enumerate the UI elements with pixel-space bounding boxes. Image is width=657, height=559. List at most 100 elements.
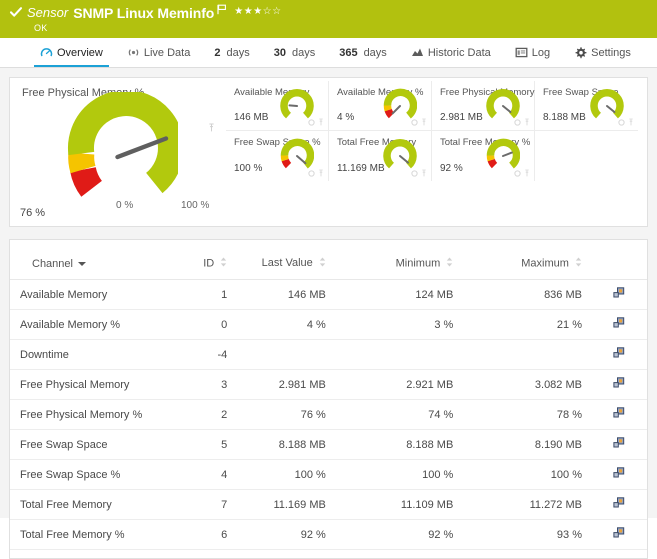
channel-settings-icon[interactable] bbox=[613, 377, 625, 392]
mini-gauges-grid: Available Memory 146 MB Available Memory… bbox=[226, 81, 645, 181]
mini-gauge-icons[interactable] bbox=[618, 118, 634, 126]
mini-gauge-available-memory-percent[interactable]: Available Memory % 4 % bbox=[329, 81, 432, 131]
mini-gauge-dial bbox=[486, 138, 521, 173]
cell-maximum: 11.272 MB bbox=[463, 489, 592, 520]
main-gauge-value: 76 % bbox=[20, 207, 46, 219]
chart-icon bbox=[411, 46, 424, 59]
cell-last-value bbox=[237, 339, 336, 370]
col-header-channel-label: Channel bbox=[32, 258, 73, 270]
cell-channel: Free Swap Space bbox=[10, 429, 177, 460]
channel-settings-icon[interactable] bbox=[613, 467, 625, 482]
mini-gauge-icons[interactable] bbox=[308, 118, 324, 126]
cell-actions[interactable] bbox=[591, 369, 647, 400]
cell-last-value: 4 % bbox=[237, 309, 336, 340]
tab-historic-data[interactable]: Historic Data bbox=[399, 38, 503, 67]
mini-gauge-icons[interactable] bbox=[308, 169, 324, 177]
table-row[interactable]: Free Physical Memory % 2 76 % 74 % 78 % bbox=[10, 399, 647, 430]
main-gauge-max-label: 100 % bbox=[181, 200, 210, 211]
main-gauge[interactable]: Free Physical Memory % 0 % 100 % 76 % bbox=[10, 78, 225, 226]
cell-last-value: 92 % bbox=[237, 519, 336, 550]
channel-settings-icon[interactable] bbox=[613, 347, 625, 362]
mini-gauge-icons[interactable] bbox=[411, 169, 427, 177]
cell-maximum: 93 % bbox=[463, 519, 592, 550]
cell-id: 1 bbox=[176, 279, 238, 310]
channel-settings-icon[interactable] bbox=[613, 317, 625, 332]
mini-gauge-icons[interactable] bbox=[514, 169, 530, 177]
page-title[interactable]: SNMP Linux Meminfo bbox=[73, 5, 214, 21]
tab-log[interactable]: Log bbox=[503, 38, 562, 67]
channel-settings-icon[interactable] bbox=[613, 437, 625, 452]
table-row[interactable]: Free Swap Space 5 8.188 MB 8.188 MB 8.19… bbox=[10, 429, 647, 460]
tab-2-days-label: days bbox=[226, 46, 250, 59]
cell-actions[interactable] bbox=[591, 459, 647, 490]
cell-id: 5 bbox=[176, 429, 238, 460]
mini-gauge-available-memory[interactable]: Available Memory 146 MB bbox=[226, 81, 329, 131]
table-row[interactable]: Free Physical Memory 3 2.981 MB 2.921 MB… bbox=[10, 369, 647, 400]
tab-30-days[interactable]: 30 days bbox=[262, 38, 328, 67]
col-header-channel[interactable]: Channel bbox=[10, 250, 177, 280]
tab-log-label: Log bbox=[531, 46, 551, 59]
sort-icon bbox=[319, 257, 326, 270]
rating-stars[interactable]: ★★★☆☆ bbox=[234, 6, 281, 17]
col-header-id[interactable]: ID bbox=[176, 250, 238, 280]
cell-minimum: 74 % bbox=[335, 399, 464, 430]
gauge-settings-icon bbox=[618, 118, 625, 126]
mini-gauge-total-free-memory-percent[interactable]: Total Free Memory % 92 % bbox=[432, 131, 535, 181]
pin-icon bbox=[422, 118, 426, 126]
mini-gauge-icons[interactable] bbox=[411, 118, 427, 126]
cell-actions[interactable] bbox=[591, 429, 647, 460]
mini-gauge-value: 11.169 MB bbox=[337, 163, 385, 174]
cell-actions[interactable] bbox=[591, 489, 647, 520]
mini-gauge-free-physical-memory[interactable]: Free Physical Memory 2.981 MB bbox=[432, 81, 535, 131]
mini-gauge-free-swap-space-percent[interactable]: Free Swap Space % 100 % bbox=[226, 131, 329, 181]
channel-table-panel: Channel ID Last Value Minimum Maximum Av… bbox=[9, 239, 648, 559]
tab-settings-label: Settings bbox=[591, 46, 631, 59]
cell-actions[interactable] bbox=[591, 399, 647, 430]
table-row[interactable]: Total Free Memory % 6 92 % 92 % 93 % bbox=[10, 519, 647, 550]
gauge-icon bbox=[40, 46, 53, 59]
tab-live-data[interactable]: Live Data bbox=[115, 38, 202, 67]
main-gauge-pin-icon[interactable] bbox=[208, 123, 215, 132]
sensor-header: Sensor SNMP Linux Meminfo ★★★☆☆ OK bbox=[0, 0, 657, 38]
status-check-icon bbox=[9, 5, 23, 19]
table-row[interactable]: Free Swap Space % 4 100 % 100 % 100 % bbox=[10, 459, 647, 490]
mini-gauge-value: 146 MB bbox=[234, 112, 269, 123]
tab-settings[interactable]: Settings bbox=[562, 38, 643, 67]
mini-gauge-value: 100 % bbox=[234, 163, 263, 174]
col-header-minimum[interactable]: Minimum bbox=[335, 250, 464, 280]
pin-icon bbox=[422, 169, 426, 177]
table-row[interactable]: Available Memory % 0 4 % 3 % 21 % bbox=[10, 309, 647, 340]
cell-actions[interactable] bbox=[591, 309, 647, 340]
channel-settings-icon[interactable] bbox=[613, 497, 625, 512]
gauge-settings-icon bbox=[514, 169, 521, 177]
tab-2-days[interactable]: 2 days bbox=[202, 38, 261, 67]
mini-gauge-value: 8.188 MB bbox=[543, 112, 586, 123]
cell-actions[interactable] bbox=[591, 279, 647, 310]
col-header-actions bbox=[591, 250, 647, 280]
col-header-maximum[interactable]: Maximum bbox=[463, 250, 592, 280]
cell-minimum: 8.188 MB bbox=[335, 429, 464, 460]
table-row[interactable]: Downtime -4 bbox=[10, 339, 647, 370]
tab-overview[interactable]: Overview bbox=[28, 38, 115, 67]
col-header-last-value[interactable]: Last Value bbox=[237, 250, 336, 280]
sensor-kind-label: Sensor bbox=[27, 5, 69, 20]
mini-gauge-free-swap-space[interactable]: Free Swap Space 8.188 MB bbox=[535, 81, 638, 131]
cell-actions[interactable] bbox=[591, 339, 647, 370]
table-row[interactable]: Available Memory 1 146 MB 124 MB 836 MB bbox=[10, 279, 647, 310]
channel-settings-icon[interactable] bbox=[613, 287, 625, 302]
channel-settings-icon[interactable] bbox=[613, 407, 625, 422]
mini-gauge-icons[interactable] bbox=[514, 118, 530, 126]
table-row[interactable]: Total Free Memory 7 11.169 MB 11.109 MB … bbox=[10, 489, 647, 520]
tab-365-days-number: 365 bbox=[339, 46, 358, 59]
mini-gauge-total-free-memory[interactable]: Total Free Memory 11.169 MB bbox=[329, 131, 432, 181]
channel-table: Channel ID Last Value Minimum Maximum Av… bbox=[10, 250, 647, 550]
col-header-id-label: ID bbox=[203, 257, 215, 270]
tab-365-days-label: days bbox=[363, 46, 387, 59]
flag-icon[interactable] bbox=[217, 4, 227, 15]
cell-id: 6 bbox=[176, 519, 238, 550]
channel-settings-icon[interactable] bbox=[613, 527, 625, 542]
col-header-last-value-label: Last Value bbox=[261, 257, 313, 270]
cell-actions[interactable] bbox=[591, 519, 647, 550]
tab-365-days[interactable]: 365 days bbox=[327, 38, 399, 67]
gauge-settings-icon bbox=[308, 118, 315, 126]
